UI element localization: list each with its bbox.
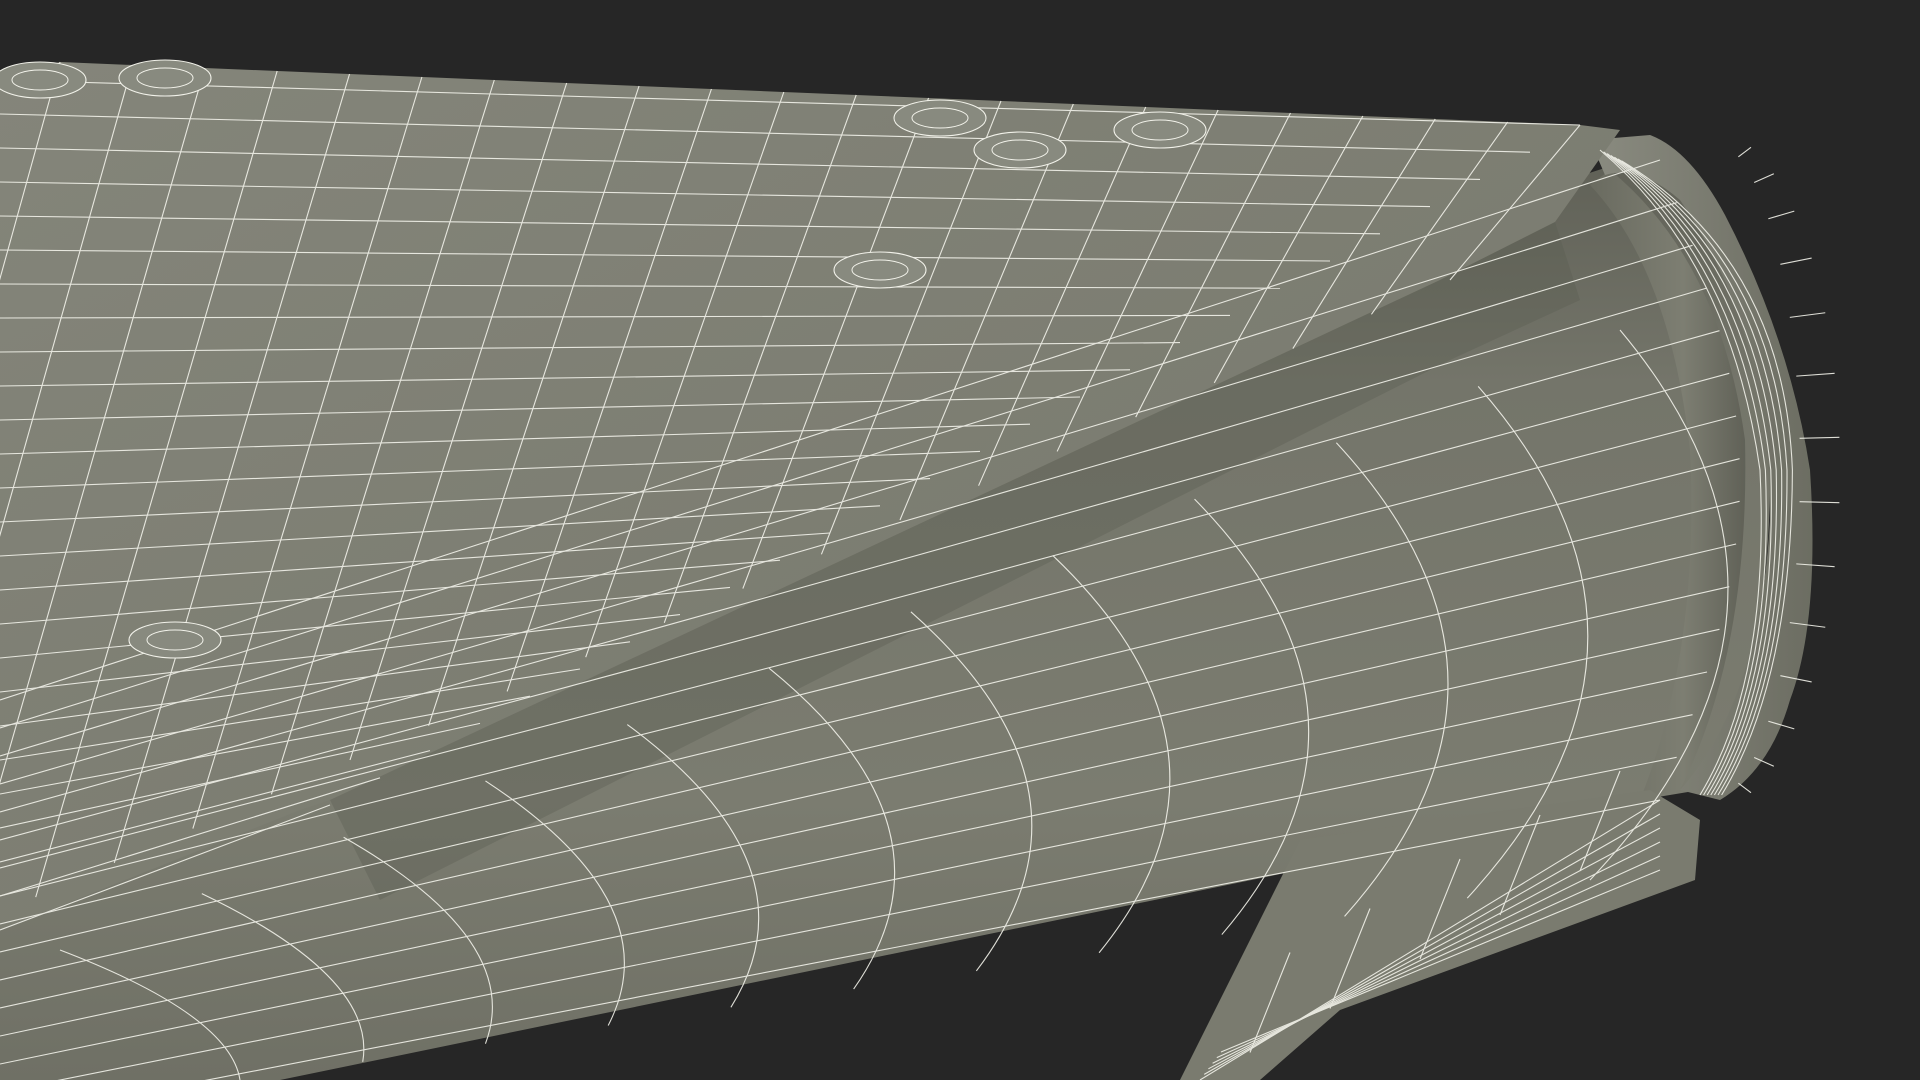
rivet-stud: [118, 59, 212, 97]
wireframe-render: [0, 59, 1840, 1080]
rim-segment-edge: [1789, 312, 1826, 318]
rim-segment-edge: [1768, 210, 1795, 220]
rivet-stud: [128, 621, 222, 659]
3d-viewport[interactable]: [0, 0, 1920, 1080]
rivet-stud: [1113, 111, 1207, 149]
rim-segment-edge: [1738, 146, 1752, 158]
rivet-stud: [833, 251, 927, 289]
rim-segment-edge: [1799, 436, 1840, 439]
rivet-stud: [0, 61, 87, 99]
rivet-stud: [893, 99, 987, 137]
rim-segment-edge: [1780, 257, 1812, 265]
rim-segment-edge: [1753, 173, 1775, 183]
rivet-stud: [973, 131, 1067, 169]
rim-segment-edge: [1738, 782, 1752, 794]
rim-segment-edge: [1796, 372, 1835, 377]
